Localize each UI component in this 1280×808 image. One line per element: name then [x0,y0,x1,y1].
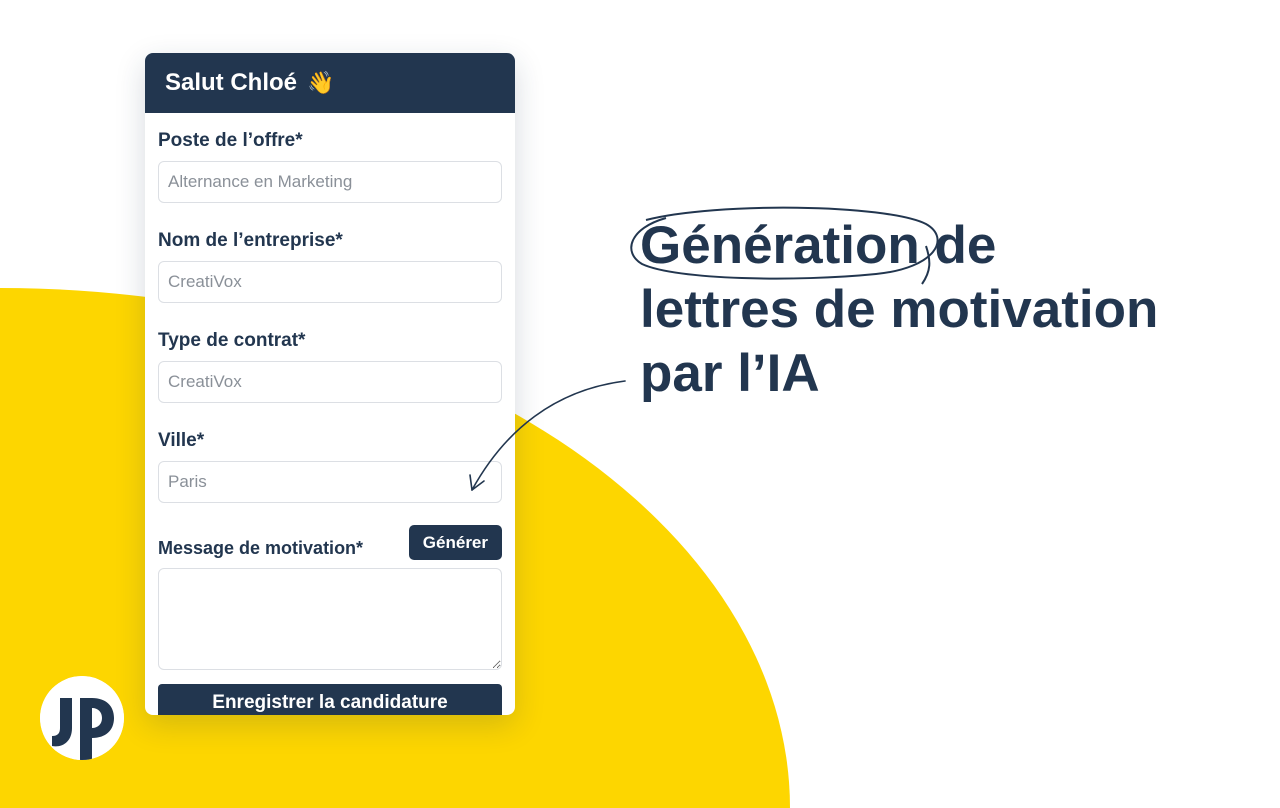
waving-hand-icon: 👋 [307,70,335,95]
jp-logo-icon [40,676,124,760]
headline-line-2: lettres de motivation [640,280,1159,339]
jp-logo [40,676,124,760]
headline-highlight-text: Génération [640,216,920,275]
company-name-label: Nom de l’entreprise* [158,230,343,251]
message-header-row: Message de motivation* Générer [158,525,502,560]
city-input[interactable] [158,461,502,503]
company-name-input[interactable] [158,261,502,303]
city-label: Ville* [158,430,205,451]
headline-line-1-rest: de [934,216,997,275]
job-title-label: Poste de l’offre* [158,130,303,151]
card-header: Salut Chloé 👋 [145,53,515,113]
headline-line-1: Génération de [630,206,1158,285]
generate-button[interactable]: Générer [408,525,502,560]
motivation-message-label: Message de motivation* [158,538,364,558]
greeting-title: Salut Chloé [165,69,298,96]
headline: Génération de lettres de motivation par … [630,206,1159,406]
motivation-message-textarea[interactable] [158,568,502,670]
headline-line-3: par l’IA [640,344,820,403]
curved-arrow-icon [469,380,626,491]
save-application-button[interactable]: Enregistrer la candidature [158,684,502,715]
contract-type-label: Type de contrat* [158,330,306,351]
headline-highlight: Génération [630,206,939,285]
job-title-input[interactable] [158,161,502,203]
contract-type-input[interactable] [158,361,502,403]
